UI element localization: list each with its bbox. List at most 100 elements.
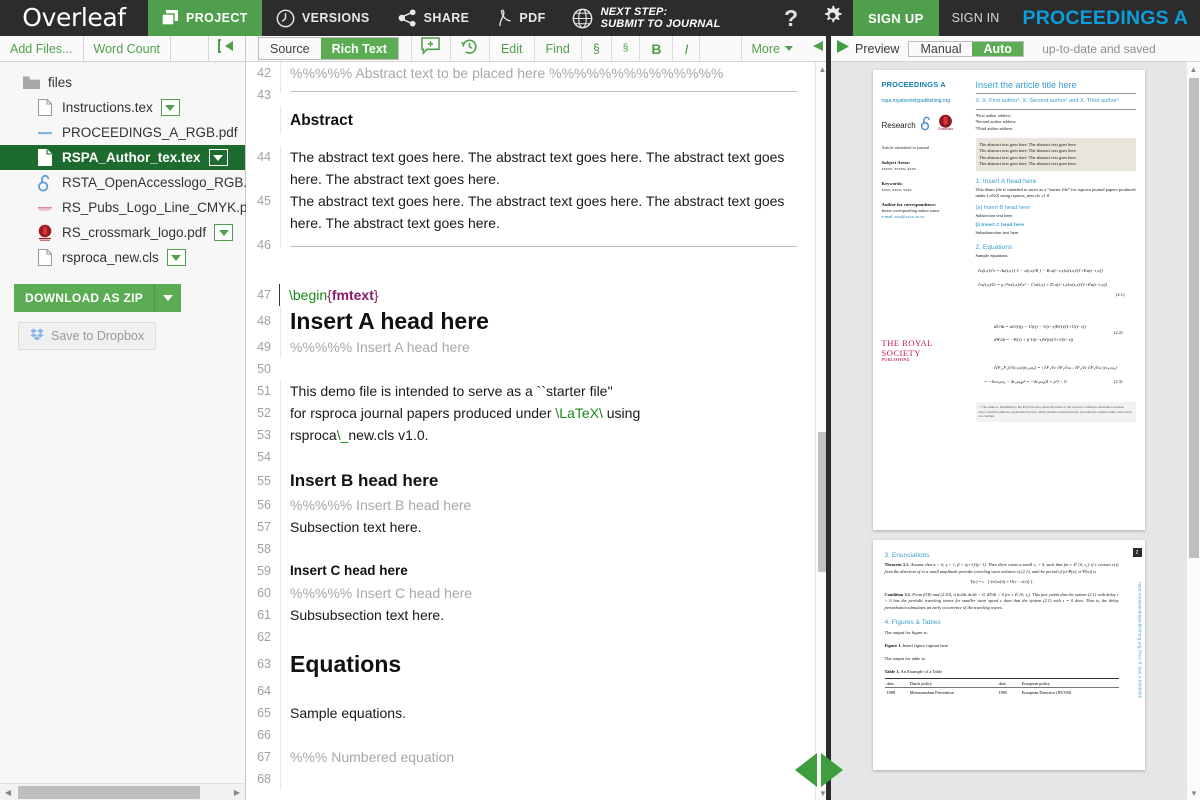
editor-content[interactable]: 42 %%%%% Abstract text to be placed here… [246,62,829,800]
editor-line[interactable]: 67 %%% Numbered equation [246,746,829,768]
overleaf-logo[interactable]: Overleaf [0,0,148,36]
auto-mode-button[interactable]: Auto [972,42,1022,56]
editor-line[interactable]: 68 [246,768,829,790]
file-menu-caret[interactable] [214,224,233,241]
tree-item-rspa-author-tex-tex[interactable]: RSPA_Author_tex.tex [0,145,245,170]
editor-line[interactable]: 55 Insert B head here [246,468,829,494]
editor-line[interactable]: 65 Sample equations. [246,702,829,724]
next-step-submit-to-journal[interactable]: NEXT STEP: SUBMIT TO JOURNAL [560,0,733,36]
word-count-button[interactable]: Word Count [84,36,171,61]
history-button[interactable] [451,36,489,61]
tree-item-rs-pubs-logo-line-cmyk-pdf[interactable]: RS_Pubs_Logo_Line_CMYK.pdf [0,195,245,220]
table-cell: 1988 [885,688,908,697]
arrow-right-icon[interactable] [821,753,843,787]
sign-in-link[interactable]: SIGN IN [939,0,1013,36]
editor-line[interactable]: 52 for rsproca journal papers produced u… [246,402,829,424]
bold-button[interactable]: B [640,36,672,61]
editor-line[interactable]: 48 Insert A head here [246,306,829,336]
editor-line[interactable]: 46 [246,234,829,256]
sidebar-collapse-button[interactable] [209,36,245,61]
editor-line[interactable]: 63 Equations [246,648,829,680]
italic-button[interactable]: I [673,36,699,61]
section-1-heading: 1. Insert A head here [976,178,1136,185]
source-mode-button[interactable]: Source [259,38,321,59]
editor-line[interactable]: 59 Insert C head here [246,560,829,582]
keywords-label: Keywords: [882,180,968,187]
tree-item-rsta-openaccesslogo-rgb-pdf[interactable]: RSTA_OpenAccesslogo_RGB.pdf [0,170,245,195]
scroll-left-arrow-icon[interactable]: ◀ [0,788,16,797]
scroll-right-arrow-icon[interactable]: ▶ [229,788,245,797]
settings-button[interactable] [811,0,853,36]
preview-scroll-area[interactable]: PROCEEDINGS A rspa.royalsocietypublishin… [831,62,1186,800]
find-button[interactable]: Find [535,36,581,61]
preview-expand-button[interactable] [831,39,855,59]
condition-3-1: Condition 3.1. From (0.8) and (2.10), it… [885,592,1119,612]
table-cell: European Directive (85/339) [1020,688,1119,697]
sign-up-button[interactable]: SIGN UP [853,0,939,36]
arrow-left-icon[interactable] [795,753,817,787]
editor-line[interactable]: 49 %%%%% Insert A head here [246,336,829,358]
equation-block-3: ∂(F₁,F₂)/∂(c,ω)|(c₀,ω₀) = | ∂F₁/∂c ∂F₁/∂… [976,360,1136,395]
pdf-page-1[interactable]: PROCEEDINGS A rspa.royalsocietypublishin… [873,70,1145,530]
download-as-zip-button[interactable]: DOWNLOAD AS ZIP [14,284,155,312]
nav-share[interactable]: SHARE [384,0,484,36]
tree-item-instructions-tex[interactable]: Instructions.tex [0,95,245,120]
scrollbar-thumb[interactable] [1189,78,1199,558]
top-navigation-bar: Overleaf PROJECT VERSIONS SHARE PDF NEXT… [0,0,1200,36]
editor-line[interactable]: 44 The abstract text goes here. The abst… [246,146,829,190]
editor-line[interactable]: 61 Subsubsection text here. [246,604,829,626]
file-menu-caret[interactable] [161,99,180,116]
editor-line[interactable]: 58 [246,538,829,560]
tree-item-rsproca-new-cls[interactable]: rsproca_new.cls [0,245,245,270]
editor-line[interactable]: 47 \begin{fmtext} [246,284,829,306]
editor-line[interactable]: 53 rsproca\_new.cls v1.0. [246,424,829,446]
tree-item-folder-files[interactable]: files [0,70,245,95]
editor-line[interactable]: 62 [246,626,829,648]
manual-mode-button[interactable]: Manual [909,42,972,56]
split-divider[interactable] [826,36,831,800]
more-menu-button[interactable]: More [742,36,803,61]
editor-line[interactable]: 45 The abstract text goes here. The abst… [246,190,829,234]
editor-line[interactable]: 56 %%%%% Insert B head here [246,494,829,516]
file-menu-caret[interactable] [209,149,228,166]
tree-item-proceedings-a-rgb-pdf[interactable]: PROCEEDINGS_A_RGB.pdf [0,120,245,145]
help-button[interactable]: ? [771,0,811,36]
nav-project[interactable]: PROJECT [148,0,262,36]
editor-line[interactable]: 50 [246,358,829,380]
table-intro-text: The output for table is: [885,656,1119,662]
scrollbar-thumb[interactable] [18,786,200,799]
line-text: This demo file is intended to serve as a… [280,380,829,402]
line-text: %%% Numbered equation [280,746,829,768]
download-options-caret[interactable] [155,284,181,312]
editor-line[interactable]: 54 [246,446,829,468]
file-menu-caret[interactable] [167,249,186,266]
edit-button[interactable]: Edit [490,36,534,61]
editor-line[interactable]: 66 [246,724,829,746]
scroll-up-arrow-icon[interactable]: ▲ [1187,62,1200,76]
pane-resize-arrows [795,750,870,790]
add-files-button[interactable]: Add Files... [0,36,84,61]
editor-line[interactable]: 57 Subsection text here. [246,516,829,538]
editor-line[interactable]: Abstract [246,106,829,134]
sidebar-horizontal-scrollbar[interactable]: ◀ ▶ [0,783,245,800]
subsection-button[interactable]: § [612,36,640,61]
editor-line[interactable]: 43 [246,84,829,106]
editor-line[interactable]: 64 [246,680,829,702]
scrollbar-track[interactable] [16,786,229,799]
add-comment-button[interactable] [412,36,450,61]
equation-block-1: ∂u(t,x)/∂t = Au(t,x) ( 1 − u(t,x)/K ) − … [976,264,1136,315]
preview-vertical-scrollbar[interactable]: ▲ ▼ [1186,62,1200,800]
save-to-dropbox-button[interactable]: Save to Dropbox [18,322,156,350]
scroll-down-arrow-icon[interactable]: ▼ [1187,786,1200,800]
nav-pdf[interactable]: PDF [483,0,559,36]
line-number: 55 [246,468,280,494]
section-button[interactable]: § [582,36,611,61]
line-text [280,234,829,248]
pdf-page-2[interactable]: 2 rspa.royalsocietypublishing.org Proc R… [873,540,1145,770]
rich-text-mode-button[interactable]: Rich Text [321,38,398,59]
editor-line[interactable]: 42 %%%%% Abstract text to be placed here… [246,62,829,84]
nav-versions[interactable]: VERSIONS [262,0,384,36]
tree-item-rs-crossmark-logo-pdf[interactable]: RS_crossmark_logo.pdf [0,220,245,245]
editor-line[interactable]: 60 %%%%% Insert C head here [246,582,829,604]
editor-line[interactable]: 51 This demo file is intended to serve a… [246,380,829,402]
